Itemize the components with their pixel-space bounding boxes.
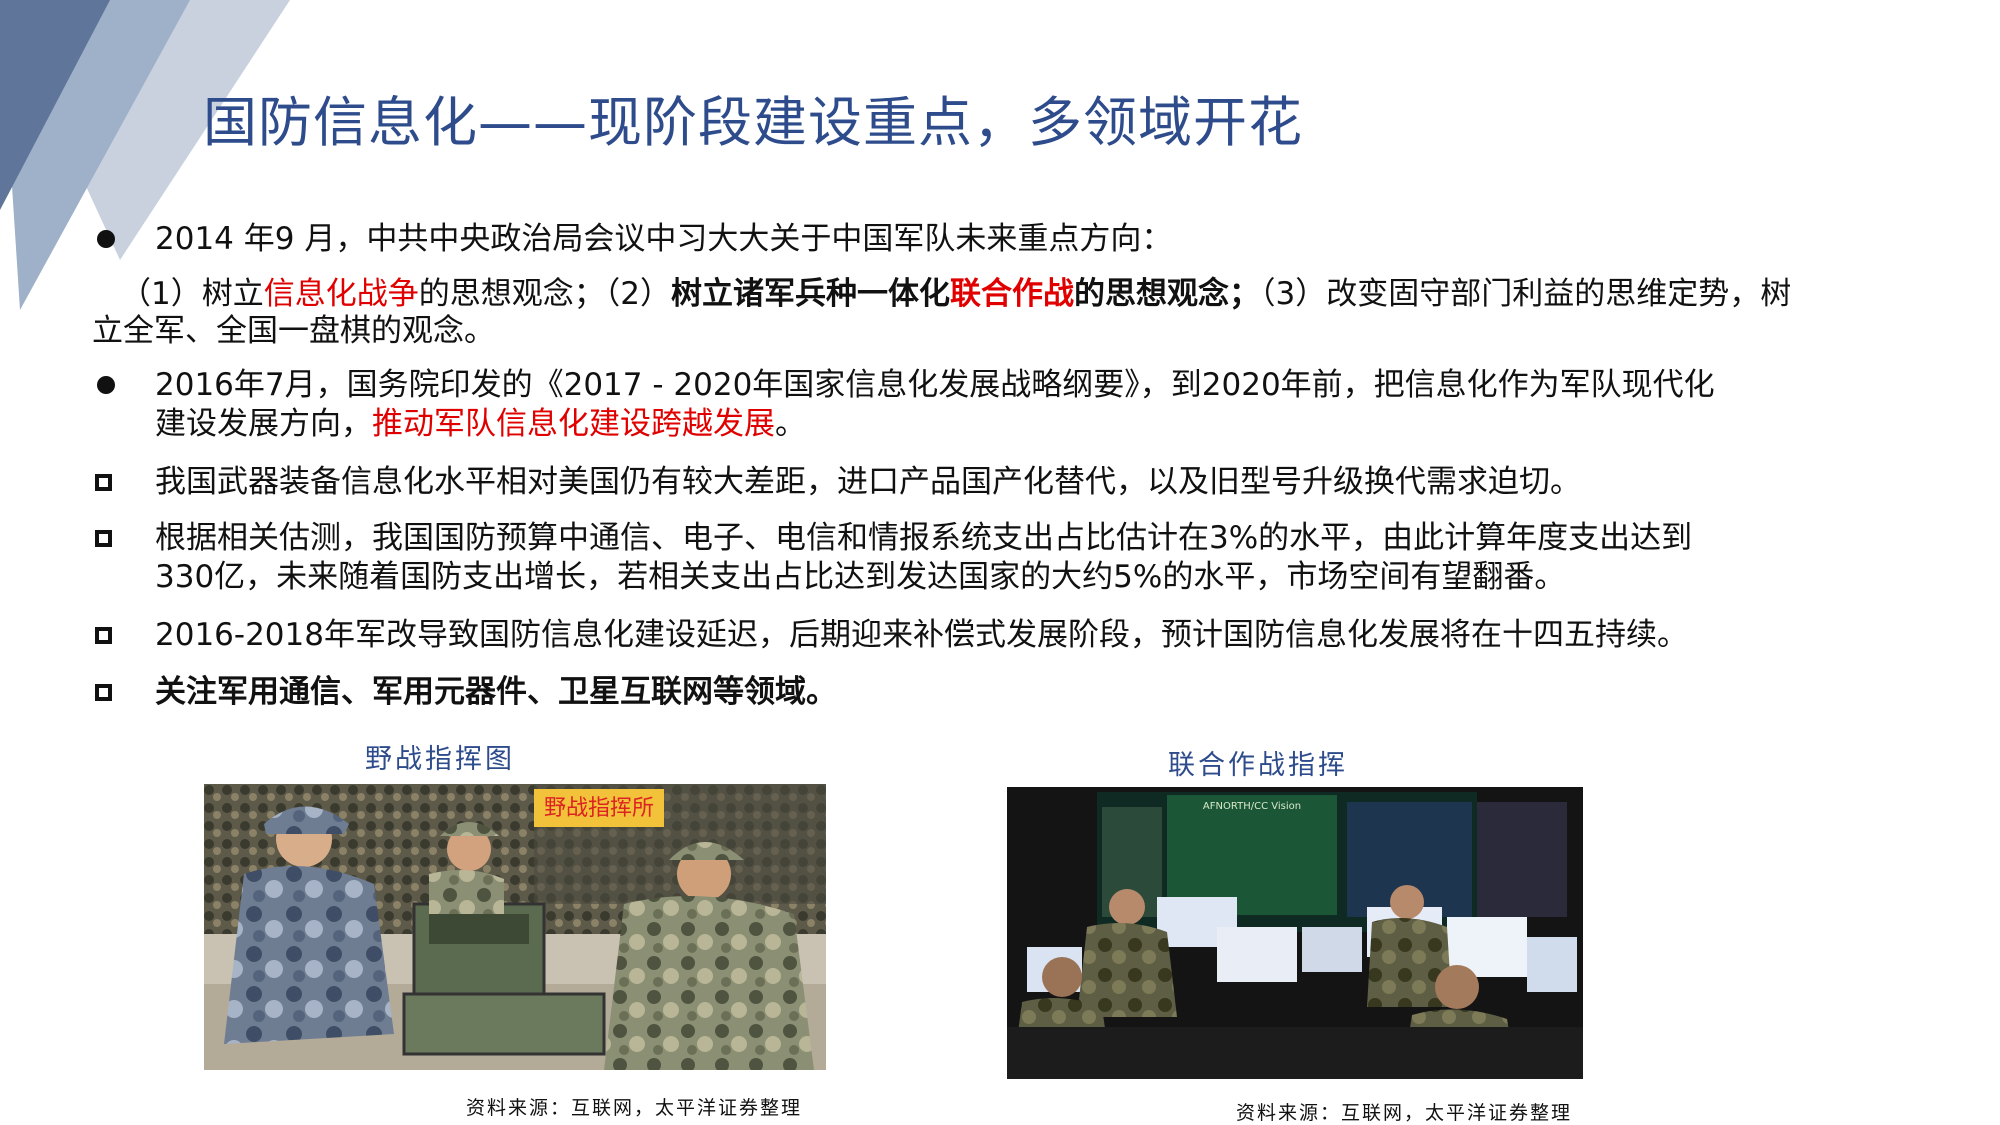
command-post-sign: 野战指挥所 — [534, 789, 664, 827]
bullet-square — [95, 474, 112, 491]
svg-text:AFNORTH/CC Vision: AFNORTH/CC Vision — [1203, 801, 1301, 812]
figure-caption-field-command: 野战指挥图 — [365, 744, 515, 775]
paragraph-2014: 2014 年9 月，中共中央政治局会议中习大大关于中国军队未来重点方向： — [155, 221, 1173, 257]
sign-label: 野战指挥所 — [544, 796, 654, 821]
page-title: 国防信息化——现阶段建设重点，多领域开花 — [203, 91, 1303, 154]
bullet-square — [95, 530, 112, 547]
detail-bold: 树立诸军兵种一体化 — [670, 276, 950, 312]
paragraph-2014-detail-line2: 立全军、全国一盘棋的观念。 — [92, 313, 495, 349]
field-command-photo: 野战指挥所 — [204, 784, 826, 1070]
bullet-square — [95, 627, 112, 644]
paragraph-budget-estimate: 根据相关估测，我国国防预算中通信、电子、电信和情报系统支出占比估计在3%的水平，… — [155, 520, 1693, 556]
paragraph-2014-detail: （1）树立信息化战争的思想观念；（2）树立诸军兵种一体化联合作战的思想观念；（3… — [120, 275, 1791, 313]
figure-source-1: 资料来源：互联网，太平洋证券整理 — [466, 1097, 803, 1119]
figure-caption-joint-command: 联合作战指挥 — [1168, 750, 1348, 781]
highlight-leap-development: 推动军队信息化建设跨越发展 — [372, 406, 775, 442]
detail-part: （1）树立 — [120, 276, 264, 312]
paragraph-2016: 2016年7月，国务院印发的《2017 - 2020年国家信息化发展战略纲要》，… — [155, 367, 1715, 403]
detail-bold: 的思想观念； — [1073, 276, 1260, 312]
detail-part: （3）改变固守部门利益的思维定势，树 — [1259, 276, 1792, 312]
bullet-square — [95, 684, 112, 701]
corner-decoration — [0, 0, 290, 310]
screen-header-label: AFNORTH/CC Vision — [1203, 801, 1301, 812]
paragraph-2016-line2: 建设发展方向，推动军队信息化建设跨越发展。 — [155, 405, 806, 443]
bullet-dot — [97, 376, 115, 394]
text-part: 建设发展方向， — [155, 406, 372, 442]
text-part: 。 — [775, 406, 806, 442]
paragraph-reform-delay: 2016-2018年军改导致国防信息化建设延迟，后期迎来补偿式发展阶段，预计国防… — [155, 617, 1688, 653]
paragraph-focus-areas: 关注军用通信、军用元器件、卫星互联网等领域。 — [155, 674, 837, 710]
joint-command-photo: AFNORTH/CC Vision — [1007, 787, 1583, 1079]
figure-source-2: 资料来源：互联网，太平洋证券整理 — [1236, 1102, 1573, 1124]
paragraph-weapons-gap: 我国武器装备信息化水平相对美国仍有较大差距，进口产品国产化替代，以及旧型号升级换… — [155, 464, 1581, 500]
highlight-joint-ops: 联合作战 — [949, 276, 1074, 312]
detail-part: 的思想观念；（2） — [418, 276, 671, 312]
paragraph-budget-estimate-line2: 330亿，未来随着国防支出增长，若相关支出占比达到发达国家的大约5%的水平，市场… — [155, 559, 1566, 595]
bullet-dot — [97, 230, 115, 248]
highlight-info-war: 信息化战争 — [263, 276, 419, 312]
